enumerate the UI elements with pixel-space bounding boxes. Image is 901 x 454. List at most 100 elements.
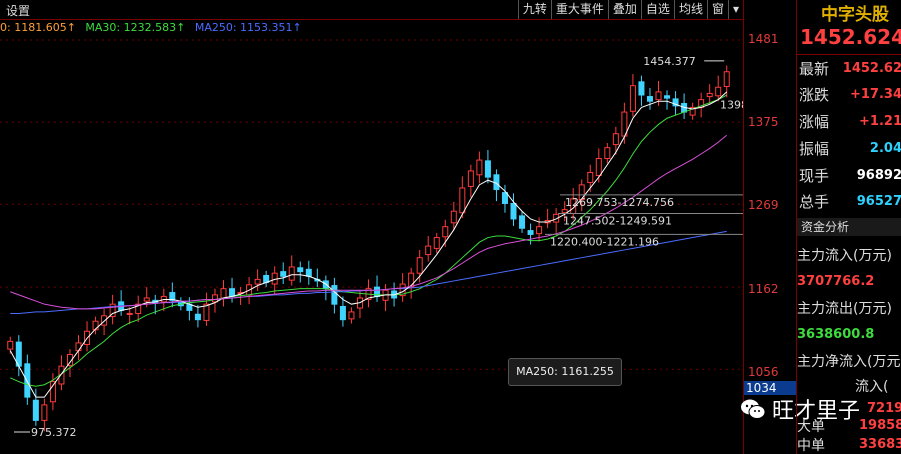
candle-body [595,158,602,177]
chart-area[interactable]: 1454.377 1398 975.372 1269.753-1274.756 1247… [0,0,743,454]
toolbar: 设置 九转 重大事件 叠加 自选 均线 窗 ▾ [0,0,743,20]
candle-body [425,245,432,256]
candle-body [527,230,534,235]
candle-body [7,340,14,350]
price-axis: 1481 1375 1269 1162 1056 1034 [743,0,797,454]
candle-body [459,187,466,214]
candle-body [433,237,440,249]
axis-tick: 1375 [748,115,779,129]
candle-body [416,257,423,274]
mid-order-value: 33683 [859,437,901,452]
right-tag-label: 1398 [720,98,743,111]
quote-row-change: 涨跌 +17.34 [799,86,901,104]
quote-row-change-pct: 涨幅 +1.21 [799,113,901,131]
candle-body [723,71,730,87]
axis-tick: 1162 [748,282,779,296]
toolbar-buttons: 九转 重大事件 叠加 自选 均线 窗 ▾ [517,0,743,19]
candle-body [280,271,287,277]
candle-body [288,266,295,281]
candle-body [629,85,636,112]
level-label: 1220.400-1221.196 [550,235,659,248]
axis-tick: 1056 [748,365,779,379]
main-net-label: 主力净流入(万元) [797,354,901,370]
watchlist-button[interactable]: 自选 [640,0,674,19]
candle-body [32,399,39,421]
level-label: 1247.502-1249.591 [563,215,672,228]
ma250-tooltip: MA250: 1161.255 [508,358,622,386]
candle-body [484,160,491,178]
candle-body [322,280,329,290]
overlay-button[interactable]: 叠加 [607,0,641,19]
level-label: 1269.753-1274.756 [565,196,674,209]
quote-row-total-volume: 总手 96527 [799,193,901,211]
candle-body [638,81,645,96]
candle-body [664,95,671,99]
candle-body [339,305,346,321]
price-chart[interactable]: 1454.377 1398 975.372 1269.753-1274.756 1247… [0,0,743,454]
main-outflow-value: 3638600.8 [797,327,875,342]
candle-body [194,313,201,321]
ma-legend: 0: 1181.605↑ MA30: 1232.583↑ MA250: 1153… [0,21,308,34]
quote-row-latest: 最新 1452.62 [799,60,901,78]
candle-body [75,342,82,352]
candle-body [203,303,210,321]
wechat-icon [741,399,766,419]
candle-body [561,209,568,214]
candle-body [220,288,227,299]
candle-body [126,312,133,315]
net-sub-label: 流入( [855,379,889,395]
index-name: 中字头股 [821,5,889,25]
jiuzhuan-button[interactable]: 九转 [517,0,551,19]
candle-body [536,226,543,235]
index-price: 1452.624 [800,25,901,49]
candle-body [510,202,517,220]
candle-body [646,96,653,102]
top-value: 7219 [867,401,901,416]
candle-body [24,363,31,398]
candle-body [143,297,150,302]
candle-body [612,133,619,146]
quote-row-current-volume: 现手 96892 [799,167,901,185]
main-outflow-label: 主力流出(万元) [797,301,892,317]
ma-legend-ma: 0: 1181.605↑ [0,21,76,34]
candle-body [211,294,218,303]
fund-analysis-tab[interactable]: 资金分析 [797,218,901,236]
axis-tick: 1269 [748,198,779,212]
quote-panel: 中字头股 1452.624 最新 1452.62 涨跌 +17.34 涨幅 +1.21… [796,0,901,454]
settings-button[interactable]: 设置 [6,2,30,19]
candle-body [715,86,722,97]
candle-body [254,278,261,285]
quote-row-amplitude: 振幅 2.04 [799,140,901,158]
mid-order-label: 中单 [797,438,825,454]
divider [797,54,901,55]
candle-body [604,147,611,160]
candle-body [49,381,56,403]
ma-legend-ma30: MA30: 1232.583↑ [85,21,186,34]
high-label: 1454.377 [643,55,696,68]
candle-body [297,267,304,273]
main-inflow-value: 3707766.2 [797,274,875,289]
low-label: 975.372 [31,426,77,439]
candle-body [450,210,457,224]
main-inflow-label: 主力流入(万元) [797,248,892,264]
candle-body [501,192,508,204]
big-order-label: 大单 [797,419,825,435]
candle-body [476,159,483,176]
moving-average-button[interactable]: 均线 [673,0,707,19]
candle-body [41,404,48,421]
candle-body [467,170,474,187]
candle-body [348,311,355,320]
window-button[interactable]: 窗 [706,0,728,19]
candle-body [331,285,338,305]
candle-body [229,288,236,297]
caret-down-icon[interactable]: ▾ [727,0,743,19]
ma-legend-ma250: MA250: 1153.351↑ [194,21,302,34]
candle-body [587,171,594,184]
candle-body [706,92,713,98]
major-events-button[interactable]: 重大事件 [550,0,608,19]
axis-tick: 1481 [748,32,779,46]
candle-body [101,315,108,326]
candle-body [655,91,662,101]
candle-body [305,268,312,277]
candle-body [442,226,449,238]
